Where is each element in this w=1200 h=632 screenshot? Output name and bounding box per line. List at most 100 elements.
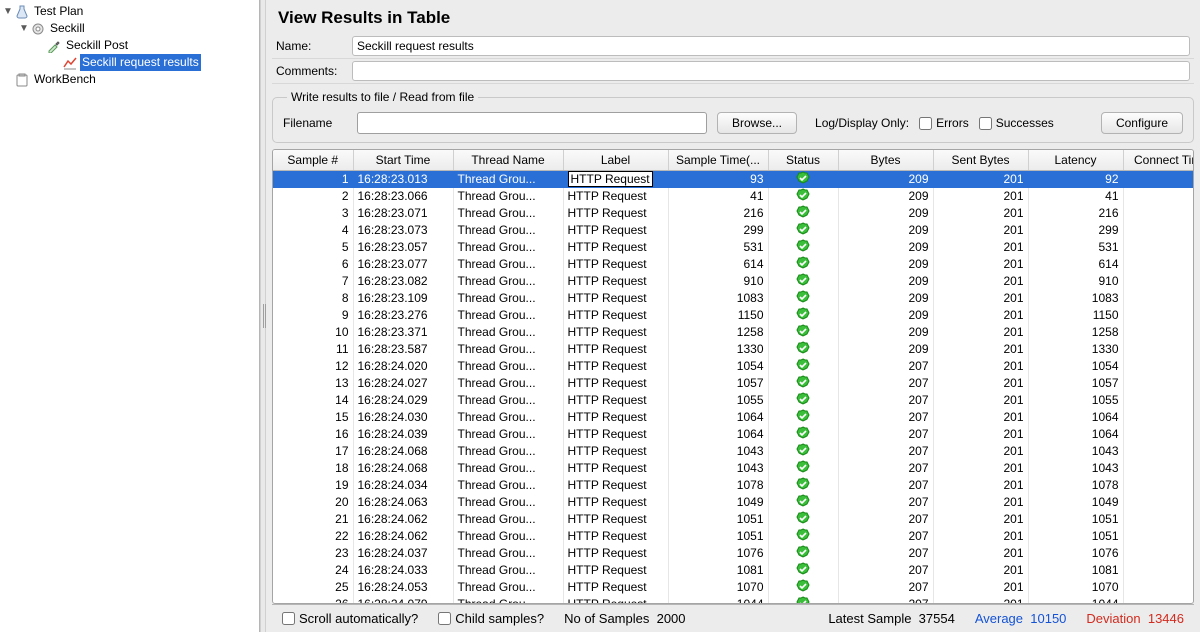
column-header[interactable]: Bytes: [838, 150, 933, 170]
column-header[interactable]: Connect Time(...: [1123, 150, 1193, 170]
status-ok-icon: [796, 273, 810, 287]
column-header[interactable]: Sample #: [273, 150, 353, 170]
table-row[interactable]: 1116:28:23.587Thread Grou...HTTP Request…: [273, 341, 1193, 358]
status-footer: Scroll automatically? Child samples? No …: [272, 604, 1194, 632]
name-input[interactable]: [352, 36, 1190, 56]
name-label: Name:: [276, 39, 346, 53]
status-ok-icon: [796, 426, 810, 440]
file-group: Write results to file / Read from file F…: [272, 90, 1194, 143]
tree-item-seckill-post[interactable]: Seckill Post: [0, 37, 259, 54]
table-row[interactable]: 1216:28:24.020Thread Grou...HTTP Request…: [273, 358, 1193, 375]
table-row[interactable]: 416:28:23.073Thread Grou...HTTP Request2…: [273, 222, 1193, 239]
browse-button[interactable]: Browse...: [717, 112, 797, 134]
results-table-scroll[interactable]: Sample #Start TimeThread NameLabelSample…: [273, 150, 1193, 603]
average-stat: Average 10150: [975, 611, 1067, 626]
table-row[interactable]: 1016:28:23.371Thread Grou...HTTP Request…: [273, 324, 1193, 341]
column-header[interactable]: Status: [768, 150, 838, 170]
column-header[interactable]: Sample Time(...: [668, 150, 768, 170]
table-row[interactable]: 1316:28:24.027Thread Grou...HTTP Request…: [273, 375, 1193, 392]
status-ok-icon: [796, 494, 810, 508]
comments-label: Comments:: [276, 64, 346, 78]
deviation-stat: Deviation 13446: [1086, 611, 1184, 626]
status-ok-icon: [796, 409, 810, 423]
status-ok-icon: [796, 545, 810, 559]
status-ok-icon: [796, 528, 810, 542]
splitter-handle[interactable]: [260, 0, 266, 632]
child-samples-checkbox[interactable]: Child samples?: [438, 611, 544, 626]
status-ok-icon: [796, 324, 810, 338]
scroll-auto-checkbox[interactable]: Scroll automatically?: [282, 611, 418, 626]
tree-item-workbench[interactable]: WorkBench: [0, 71, 259, 88]
tree-label: WorkBench: [32, 71, 98, 88]
latest-sample: Latest Sample 37554: [828, 611, 955, 626]
disclosure-icon[interactable]: ▼: [2, 3, 14, 20]
status-ok-icon: [796, 290, 810, 304]
status-ok-icon: [796, 460, 810, 474]
column-header[interactable]: Latency: [1028, 150, 1123, 170]
table-row[interactable]: 1916:28:24.034Thread Grou...HTTP Request…: [273, 477, 1193, 494]
results-table-wrap: Sample #Start TimeThread NameLabelSample…: [272, 149, 1194, 604]
column-header[interactable]: Label: [563, 150, 668, 170]
table-row[interactable]: 2216:28:24.062Thread Grou...HTTP Request…: [273, 528, 1193, 545]
status-ok-icon: [796, 477, 810, 491]
table-row[interactable]: 616:28:23.077Thread Grou...HTTP Request6…: [273, 256, 1193, 273]
status-ok-icon: [796, 579, 810, 593]
tree-item-testplan[interactable]: ▼ Test Plan: [0, 3, 259, 20]
column-header[interactable]: Thread Name: [453, 150, 563, 170]
status-ok-icon: [796, 375, 810, 389]
filename-input[interactable]: [357, 112, 707, 134]
tree-panel: ▼ Test Plan ▼ Seckill Seckill Post Secki…: [0, 0, 260, 632]
successes-checkbox[interactable]: Successes: [979, 116, 1054, 130]
name-row: Name:: [272, 34, 1194, 59]
status-ok-icon: [796, 222, 810, 236]
errors-checkbox[interactable]: Errors: [919, 116, 969, 130]
table-row[interactable]: 2516:28:24.053Thread Grou...HTTP Request…: [273, 579, 1193, 596]
status-ok-icon: [796, 256, 810, 270]
table-row[interactable]: 1416:28:24.029Thread Grou...HTTP Request…: [273, 392, 1193, 409]
column-header[interactable]: Start Time: [353, 150, 453, 170]
table-row[interactable]: 2116:28:24.062Thread Grou...HTTP Request…: [273, 511, 1193, 528]
table-row[interactable]: 2416:28:24.033Thread Grou...HTTP Request…: [273, 562, 1193, 579]
tree-label: Seckill Post: [64, 37, 130, 54]
table-row[interactable]: 316:28:23.071Thread Grou...HTTP Request2…: [273, 205, 1193, 222]
table-row[interactable]: 2616:28:24.079Thread Grou...HTTP Request…: [273, 596, 1193, 604]
chart-icon: [62, 55, 78, 71]
tree-label: Test Plan: [32, 3, 85, 20]
table-row[interactable]: 216:28:23.066Thread Grou...HTTP Request4…: [273, 188, 1193, 205]
table-row[interactable]: 116:28:23.013Thread Grou...HTTP Request9…: [273, 170, 1193, 188]
status-ok-icon: [796, 239, 810, 253]
tree-item-results[interactable]: Seckill request results: [0, 54, 259, 71]
table-row[interactable]: 2316:28:24.037Thread Grou...HTTP Request…: [273, 545, 1193, 562]
table-row[interactable]: 716:28:23.082Thread Grou...HTTP Request9…: [273, 273, 1193, 290]
table-row[interactable]: 1816:28:24.068Thread Grou...HTTP Request…: [273, 460, 1193, 477]
logdisplay-label: Log/Display Only:: [815, 116, 909, 130]
column-header[interactable]: Sent Bytes: [933, 150, 1028, 170]
tree-label: Seckill: [48, 20, 87, 37]
tree-label: Seckill request results: [80, 54, 201, 71]
table-row[interactable]: 516:28:23.057Thread Grou...HTTP Request5…: [273, 239, 1193, 256]
panel-title: View Results in Table: [272, 4, 1194, 34]
clipboard-icon: [14, 72, 30, 88]
status-ok-icon: [796, 511, 810, 525]
main-panel: View Results in Table Name: Comments: Wr…: [266, 0, 1200, 632]
status-ok-icon: [796, 171, 810, 185]
table-row[interactable]: 816:28:23.109Thread Grou...HTTP Request1…: [273, 290, 1193, 307]
comments-row: Comments:: [272, 59, 1194, 84]
status-ok-icon: [796, 596, 810, 604]
results-table: Sample #Start TimeThread NameLabelSample…: [273, 150, 1193, 603]
tree-item-seckill[interactable]: ▼ Seckill: [0, 20, 259, 37]
table-row[interactable]: 2016:28:24.063Thread Grou...HTTP Request…: [273, 494, 1193, 511]
status-ok-icon: [796, 392, 810, 406]
table-row[interactable]: 916:28:23.276Thread Grou...HTTP Request1…: [273, 307, 1193, 324]
status-ok-icon: [796, 188, 810, 202]
table-row[interactable]: 1616:28:24.039Thread Grou...HTTP Request…: [273, 426, 1193, 443]
file-group-legend: Write results to file / Read from file: [287, 90, 478, 104]
status-ok-icon: [796, 341, 810, 355]
disclosure-icon[interactable]: ▼: [18, 20, 30, 37]
filename-label: Filename: [283, 116, 347, 130]
table-row[interactable]: 1516:28:24.030Thread Grou...HTTP Request…: [273, 409, 1193, 426]
configure-button[interactable]: Configure: [1101, 112, 1183, 134]
samples-count: No of Samples 2000: [564, 611, 685, 626]
table-row[interactable]: 1716:28:24.068Thread Grou...HTTP Request…: [273, 443, 1193, 460]
comments-input[interactable]: [352, 61, 1190, 81]
